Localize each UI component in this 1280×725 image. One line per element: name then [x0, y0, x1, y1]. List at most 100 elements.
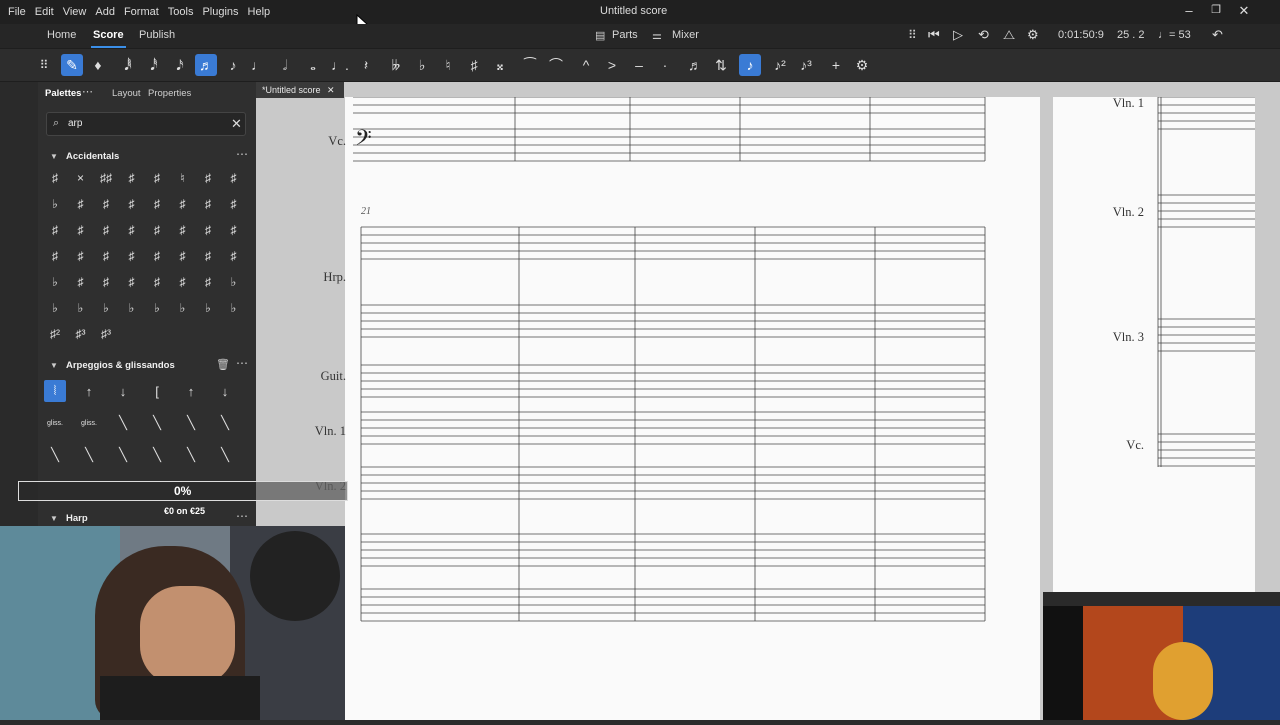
arpeggio-palette-cell[interactable]: ╲ [146, 444, 168, 466]
arpeggio-palette-cell[interactable]: ↑ [78, 380, 100, 402]
section-arpeggios-title[interactable]: Arpeggios & glissandos [66, 360, 175, 371]
tenuto-icon[interactable]: – [628, 54, 650, 76]
section-menu-icon[interactable]: ⋯ [236, 147, 248, 161]
accidental-palette-cell[interactable]: ♯ [70, 193, 92, 215]
accidental-palette-cell[interactable]: ♯ [95, 219, 117, 241]
accent-icon[interactable]: > [601, 54, 623, 76]
accidental-palette-cell[interactable]: ♯ [70, 271, 92, 293]
menu-tools[interactable]: Tools [168, 6, 194, 18]
accidental-palette-cell[interactable]: ♮ [172, 167, 194, 189]
loop-icon[interactable]: ⟲ [978, 27, 989, 43]
accidental-palette-cell[interactable]: ♯ [223, 167, 245, 189]
accidental-palette-cell[interactable]: ♭ [44, 271, 66, 293]
natural-icon[interactable]: ♮ [437, 54, 459, 76]
accidental-palette-cell[interactable]: ♯ [146, 271, 168, 293]
arpeggio-palette-cell[interactable]: ╲ [112, 444, 134, 466]
duration-32nd-icon[interactable]: 𝅘𝅥𝅯 [169, 54, 191, 76]
rewind-icon[interactable]: ⏮ [928, 27, 940, 43]
accidental-palette-cell[interactable]: ♯ [223, 193, 245, 215]
accidental-palette-cell[interactable]: × [70, 167, 92, 189]
accidental-palette-cell[interactable]: ♭ [146, 297, 168, 319]
tab-score[interactable]: Score [91, 29, 126, 48]
menu-help[interactable]: Help [248, 6, 271, 18]
arpeggio-palette-cell[interactable]: ↑ [180, 380, 202, 402]
accidental-palette-cell[interactable]: ♯ [95, 193, 117, 215]
rest-icon[interactable]: 𝄽 [355, 54, 377, 76]
arpeggio-palette-cell[interactable]: ↓ [112, 380, 134, 402]
arpeggio-palette-cell[interactable]: ╲ [180, 444, 202, 466]
double-flat-icon[interactable]: 𝄫 [385, 54, 407, 76]
marcato-icon[interactable]: ^ [575, 54, 597, 76]
accidental-palette-cell[interactable]: ♯ [197, 245, 219, 267]
tie-icon[interactable]: ⁀ [519, 54, 541, 76]
palette-search-box[interactable]: ⌕ arp ✕ [46, 112, 246, 136]
arpeggio-palette-cell[interactable]: [ [146, 380, 168, 402]
accidental-palette-cell[interactable]: ♭ [197, 297, 219, 319]
accidental-palette-cell[interactable]: ♭ [44, 297, 66, 319]
accidental-palette-cell[interactable]: ♯ [121, 271, 143, 293]
accidental-palette-cell[interactable]: ♯ [197, 219, 219, 241]
arpeggio-palette-cell[interactable]: gliss. [44, 412, 66, 434]
augmentation-dot-icon[interactable]: ♩. [329, 54, 351, 76]
section-menu-icon[interactable]: ⋯ [236, 509, 248, 523]
more-options-icon[interactable]: ⋯ [82, 85, 93, 98]
document-tab[interactable]: *Untitled score ✕ [256, 82, 344, 98]
add-icon[interactable]: + [825, 54, 847, 76]
accidental-palette-cell[interactable]: ♯ [70, 245, 92, 267]
accidental-palette-cell[interactable]: ♯ [44, 167, 66, 189]
mixer-button[interactable]: Mixer [672, 29, 699, 41]
arpeggio-palette-cell[interactable]: ╲ [44, 444, 66, 466]
menu-format[interactable]: Format [124, 6, 159, 18]
chevron-down-icon[interactable]: ▼ [50, 361, 58, 370]
toolbar-handle-icon[interactable]: ⠿ [37, 54, 51, 76]
duration-16th-icon[interactable]: ♬ [195, 54, 217, 76]
toolbar-settings-icon[interactable]: ⚙ [851, 54, 873, 76]
accidental-palette-cell[interactable]: ♯ [70, 219, 92, 241]
staccato-icon[interactable]: · [654, 54, 676, 76]
accidental-palette-cell[interactable]: ♯ [121, 245, 143, 267]
accidental-palette-cell[interactable]: ♯ [197, 167, 219, 189]
accidental-palette-cell[interactable]: ♯ [172, 245, 194, 267]
accidental-palette-cell[interactable]: ♯ [121, 219, 143, 241]
accidental-palette-cell[interactable]: ♯♯ [95, 167, 117, 189]
accidental-palette-cell[interactable]: ♯ [197, 193, 219, 215]
arpeggio-palette-cell[interactable]: ╲ [112, 412, 134, 434]
menu-add[interactable]: Add [95, 6, 115, 18]
accidental-palette-cell[interactable]: ♭ [44, 193, 66, 215]
accidental-palette-cell[interactable]: ♯ [121, 167, 143, 189]
accidental-palette-cell[interactable]: ♯ [223, 219, 245, 241]
search-input[interactable]: arp [68, 118, 82, 129]
input-mode-icon[interactable]: ♦ [87, 54, 109, 76]
accidental-palette-cell[interactable]: ♯ [146, 219, 168, 241]
section-accidentals-title[interactable]: Accidentals [66, 151, 119, 162]
accidental-palette-cell[interactable]: ♭ [223, 297, 245, 319]
voice-1-icon[interactable]: ♪ [739, 54, 761, 76]
accidental-palette-cell[interactable]: ♯ [197, 271, 219, 293]
accidental-palette-cell[interactable]: ♯ [95, 245, 117, 267]
tab-home[interactable]: Home [47, 29, 76, 41]
play-icon[interactable]: ▷ [953, 27, 963, 43]
metronome-icon[interactable]: ⧍ [1003, 27, 1015, 43]
duration-eighth-icon[interactable]: ♪ [222, 54, 244, 76]
close-tab-icon[interactable]: ✕ [327, 85, 335, 95]
undo-icon[interactable]: ↶ [1212, 27, 1223, 43]
menu-view[interactable]: View [63, 6, 87, 18]
note-input-pencil-icon[interactable]: ✎ [61, 54, 83, 76]
accidental-palette-cell[interactable]: ♯ [172, 271, 194, 293]
trash-icon[interactable]: 🗑 [216, 358, 230, 371]
duration-half-icon[interactable]: 𝅗𝅥 [274, 54, 296, 76]
duration-64th-icon[interactable]: 𝅘𝅥𝅰 [143, 54, 165, 76]
flip-direction-icon[interactable]: ⇅ [710, 54, 732, 76]
accidental-palette-cell[interactable]: ♭ [70, 297, 92, 319]
accidental-palette-cell[interactable]: ♯ [95, 271, 117, 293]
slur-icon[interactable]: ⌒ [545, 54, 567, 76]
voice-2-icon[interactable]: ♪² [769, 54, 791, 76]
menu-plugins[interactable]: Plugins [202, 6, 238, 18]
arpeggio-palette-cell[interactable]: ╲ [146, 412, 168, 434]
accidental-palette-cell[interactable]: ♭ [95, 297, 117, 319]
accidental-palette-cell[interactable]: ♯ [146, 193, 168, 215]
drag-handle-icon[interactable]: ⠿ [908, 28, 917, 42]
arpeggio-palette-cell[interactable]: gliss. [78, 412, 100, 434]
tab-publish[interactable]: Publish [139, 29, 175, 41]
duration-128th-icon[interactable]: 𝅘𝅥𝅱 [117, 54, 139, 76]
